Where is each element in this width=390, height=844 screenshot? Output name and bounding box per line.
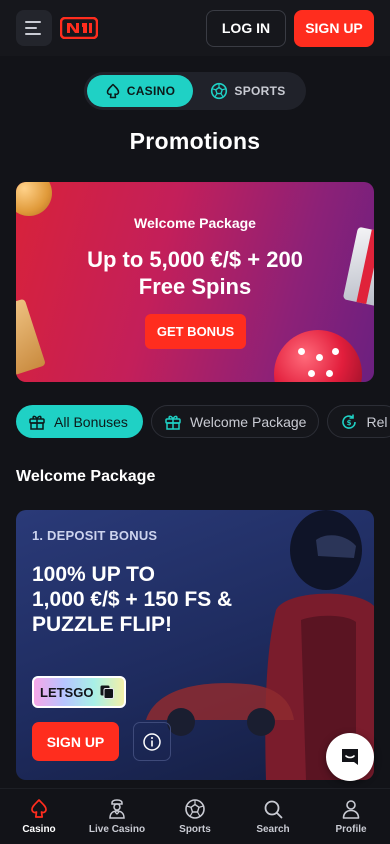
- banner-subtitle: Welcome Package: [134, 215, 256, 231]
- tab-sports[interactable]: SPORTS: [193, 75, 303, 107]
- tab-casino[interactable]: CASINO: [87, 75, 193, 107]
- menu-line: [25, 21, 41, 23]
- nav-casino[interactable]: Casino: [0, 789, 78, 844]
- svg-text:$: $: [347, 419, 352, 427]
- brand-logo[interactable]: [60, 17, 98, 39]
- filter-reload-label: Rel: [366, 413, 388, 430]
- nav-profile[interactable]: Profile: [312, 789, 390, 844]
- card-title-line2: 1,000 €/$ + 150 FS &: [32, 588, 233, 611]
- bonus-code-copy[interactable]: LETSGO: [32, 676, 126, 708]
- tab-casino-label: CASINO: [126, 84, 176, 98]
- welcome-banner[interactable]: Welcome Package Up to 5,000 €/$ + 200 Fr…: [16, 182, 374, 382]
- bottom-navigation: Casino Live Casino Sports Search Profile: [0, 788, 390, 844]
- search-icon: [264, 800, 283, 819]
- gift-icon: [165, 415, 181, 430]
- get-bonus-button[interactable]: GET BONUS: [145, 314, 246, 349]
- live-chat-button[interactable]: [326, 733, 374, 781]
- filter-welcome-package-label: Welcome Package: [190, 413, 307, 430]
- deposit-bonus-card[interactable]: 1. DEPOSIT BONUS 100% UP TO 1,000 €/$ + …: [16, 510, 374, 780]
- card-title-line3: PUZZLE FLIP!: [32, 613, 172, 636]
- card-signup-button[interactable]: SIGN UP: [32, 722, 119, 761]
- spade-icon: [31, 799, 47, 818]
- menu-line: [25, 33, 41, 35]
- card-label: 1. DEPOSIT BONUS: [32, 528, 158, 543]
- section-heading: Welcome Package: [16, 468, 156, 485]
- banner-headline-line2: Free Spins: [138, 274, 252, 299]
- top-header: LOG IN SIGN UP: [0, 0, 390, 56]
- nav-search[interactable]: Search: [234, 789, 312, 844]
- nav-live-casino-label: Live Casino: [88, 824, 146, 835]
- decor-gold-orb: [16, 182, 52, 216]
- signup-button[interactable]: SIGN UP: [294, 9, 374, 47]
- user-icon: [342, 800, 360, 819]
- filter-welcome-package[interactable]: Welcome Package: [151, 405, 320, 438]
- login-button[interactable]: LOG IN: [206, 9, 286, 47]
- nav-sports-label: Sports: [179, 824, 211, 835]
- copy-icon[interactable]: [99, 684, 115, 700]
- card-title: 100% UP TO 1,000 €/$ + 150 FS & PUZZLE F…: [32, 562, 332, 637]
- bonus-code-text: LETSGO: [40, 684, 94, 700]
- menu-line: [25, 27, 37, 29]
- nav-live-casino[interactable]: Live Casino: [78, 789, 156, 844]
- spade-icon: [106, 83, 119, 99]
- decor-dice: [274, 330, 362, 382]
- soccer-ball-icon: [185, 799, 205, 819]
- bonus-filter-chips: All Bonuses Welcome Package $ Rel: [16, 405, 390, 438]
- filter-all-bonuses[interactable]: All Bonuses: [16, 405, 143, 438]
- banner-headline: Up to 5,000 €/$ + 200 Free Spins: [16, 246, 374, 300]
- filter-reload[interactable]: $ Rel: [327, 405, 390, 438]
- info-icon: [143, 732, 161, 751]
- info-button[interactable]: [133, 722, 171, 761]
- nav-profile-label: Profile: [335, 824, 367, 835]
- nav-search-label: Search: [256, 824, 290, 835]
- tab-sports-label: SPORTS: [234, 84, 286, 98]
- reload-icon: $: [342, 414, 357, 429]
- dealer-icon: [109, 799, 125, 819]
- page-title: Promotions: [129, 128, 261, 154]
- nav-sports[interactable]: Sports: [156, 789, 234, 844]
- gift-icon: [29, 415, 45, 430]
- chat-icon: [342, 749, 358, 765]
- card-title-line1: 100% UP TO: [32, 563, 155, 586]
- soccer-ball-icon: [211, 82, 228, 100]
- nav-casino-label: Casino: [22, 824, 56, 835]
- banner-headline-line1: Up to 5,000 €/$ + 200: [87, 247, 303, 272]
- casino-sports-toggle: CASINO SPORTS: [84, 72, 306, 110]
- filter-all-bonuses-label: All Bonuses: [54, 413, 128, 430]
- hamburger-menu-button[interactable]: [16, 10, 52, 46]
- decor-card: [16, 298, 46, 376]
